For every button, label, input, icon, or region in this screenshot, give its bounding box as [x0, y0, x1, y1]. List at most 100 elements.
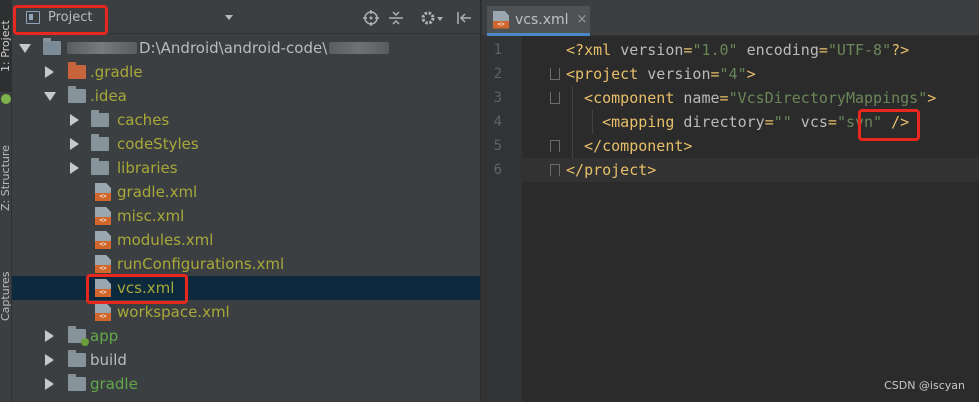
expand-arrow-icon[interactable]: [70, 114, 79, 126]
tree-row-label: libraries: [117, 159, 178, 177]
code-token: encoding: [737, 41, 819, 59]
structure-tool-window-label: Z: Structure: [0, 145, 12, 211]
redacted-text: [67, 42, 137, 54]
xml-file-icon: [95, 183, 111, 201]
folder-icon: [68, 86, 86, 103]
tab-captures-tool-window[interactable]: Captures: [0, 256, 12, 336]
collapse-all-icon[interactable]: [388, 10, 404, 26]
code-token: project: [584, 161, 648, 179]
captures-tool-window-label: Captures: [0, 271, 12, 321]
tree-row-vcs-xml[interactable]: vcs.xml: [12, 276, 480, 300]
folder-icon: [91, 110, 109, 127]
tree-row-label: .gradle: [90, 63, 143, 81]
tree-row-label: caches: [117, 111, 170, 129]
tool-window-strip: 1: Project Z: Structure Captures: [0, 0, 12, 402]
expand-arrow-icon[interactable]: [45, 66, 54, 78]
tree-row-caches[interactable]: caches: [12, 108, 480, 132]
tree-row-label: gradle.xml: [117, 183, 198, 201]
code-token: =: [818, 41, 828, 59]
tree-row-misc-xml[interactable]: misc.xml: [12, 204, 480, 228]
code-token: <: [566, 113, 612, 131]
tab-project-tool-window[interactable]: 1: Project: [0, 0, 12, 92]
chevron-down-icon[interactable]: [225, 15, 233, 20]
tree-row-gradle[interactable]: gradle: [12, 372, 480, 396]
tree-row-build[interactable]: build: [12, 348, 480, 372]
tree-row-label: D:\Android\android-code\: [139, 39, 328, 57]
annotation-box-svn: [858, 109, 920, 141]
code-token: </: [566, 137, 603, 155]
line-number: 3: [493, 90, 502, 106]
tree-row-gradle-xml[interactable]: gradle.xml: [12, 180, 480, 204]
code-token: <?: [566, 41, 585, 59]
tree-row-label: gradle: [90, 375, 138, 393]
folder-icon: [68, 350, 86, 367]
tree-row-label: modules.xml: [117, 231, 214, 249]
tree-row-label: workspace.xml: [117, 303, 230, 321]
folder-icon: [68, 62, 86, 79]
code-token: =: [719, 89, 729, 107]
line-number: 1: [493, 42, 502, 58]
expand-arrow-icon[interactable]: [44, 91, 56, 101]
fold-marker-icon[interactable]: [550, 92, 560, 104]
line-number: 5: [493, 138, 502, 154]
code-token: >: [746, 65, 756, 83]
code-token: name: [683, 89, 720, 107]
code-token: =: [827, 113, 837, 131]
expand-arrow-icon[interactable]: [70, 138, 79, 150]
xml-file-icon: [493, 10, 509, 29]
tree-row-codestyles[interactable]: codeStyles: [12, 132, 480, 156]
line-number-gutter: 1 2 3 4 5 6: [482, 36, 522, 402]
tab-structure-tool-window[interactable]: Z: Structure: [0, 132, 12, 224]
code-token: ?>: [891, 41, 910, 59]
target-icon[interactable]: [363, 10, 379, 26]
expand-arrow-icon[interactable]: [45, 354, 54, 366]
code-token: >: [647, 161, 657, 179]
code-line: <project version="4">: [566, 62, 756, 86]
code-line: </project>: [566, 158, 656, 182]
tree-row-app[interactable]: app: [12, 324, 480, 348]
expand-arrow-icon[interactable]: [45, 330, 54, 342]
tree-row-label: runConfigurations.xml: [117, 255, 285, 273]
code-token: </: [566, 161, 585, 179]
xml-file-icon: [95, 255, 111, 273]
expand-arrow-icon[interactable]: [19, 43, 31, 53]
close-icon[interactable]: ×: [577, 12, 588, 27]
tree-row-label: build: [90, 351, 127, 369]
expand-arrow-icon[interactable]: [45, 378, 54, 390]
code-token: directory: [683, 113, 765, 131]
tree-row-libraries[interactable]: libraries: [12, 156, 480, 180]
expand-arrow-icon[interactable]: [70, 162, 79, 174]
code-line: </component>: [566, 134, 692, 158]
code-token: <: [566, 89, 594, 107]
code-token: "VcsDirectoryMappings": [728, 89, 928, 107]
code-line: <?xml version="1.0" encoding="UTF-8"?>: [566, 38, 909, 62]
tree-row-gradle-hidden[interactable]: .gradle: [12, 60, 480, 84]
fold-marker-icon[interactable]: [550, 140, 560, 152]
tree-row-runconfigurations-xml[interactable]: runConfigurations.xml: [12, 252, 480, 276]
code-token: "4": [719, 65, 747, 83]
fold-marker-icon[interactable]: [550, 68, 560, 80]
code-token: >: [927, 89, 937, 107]
code-token: <: [566, 65, 576, 83]
annotation-box-vcs-xml: [86, 274, 188, 304]
tree-row-root[interactable]: D:\Android\android-code\: [12, 36, 480, 60]
code-token: project: [575, 65, 648, 83]
redacted-text: [329, 42, 390, 54]
tree-row-modules-xml[interactable]: modules.xml: [12, 228, 480, 252]
code-token: "1.0": [692, 41, 738, 59]
code-token: =: [764, 113, 774, 131]
fold-marker-icon[interactable]: [550, 164, 560, 176]
tab-vcs-xml[interactable]: vcs.xml ×: [487, 6, 590, 36]
code-token: component: [602, 137, 684, 155]
folder-icon: [68, 374, 86, 391]
code-token: >: [683, 137, 693, 155]
xml-file-icon: [95, 303, 111, 321]
line-number: 4: [493, 114, 502, 130]
annotation-box-project: [13, 5, 108, 35]
tree-row-idea[interactable]: .idea: [12, 84, 480, 108]
editor-pane: vcs.xml × 1 2 3 4 5 6 <?xml version="1.0…: [481, 0, 979, 402]
gear-icon[interactable]: [420, 10, 444, 26]
tree-row-workspace-xml[interactable]: workspace.xml: [12, 300, 480, 324]
hide-panel-icon[interactable]: [456, 10, 472, 26]
code-token: version: [620, 41, 684, 59]
